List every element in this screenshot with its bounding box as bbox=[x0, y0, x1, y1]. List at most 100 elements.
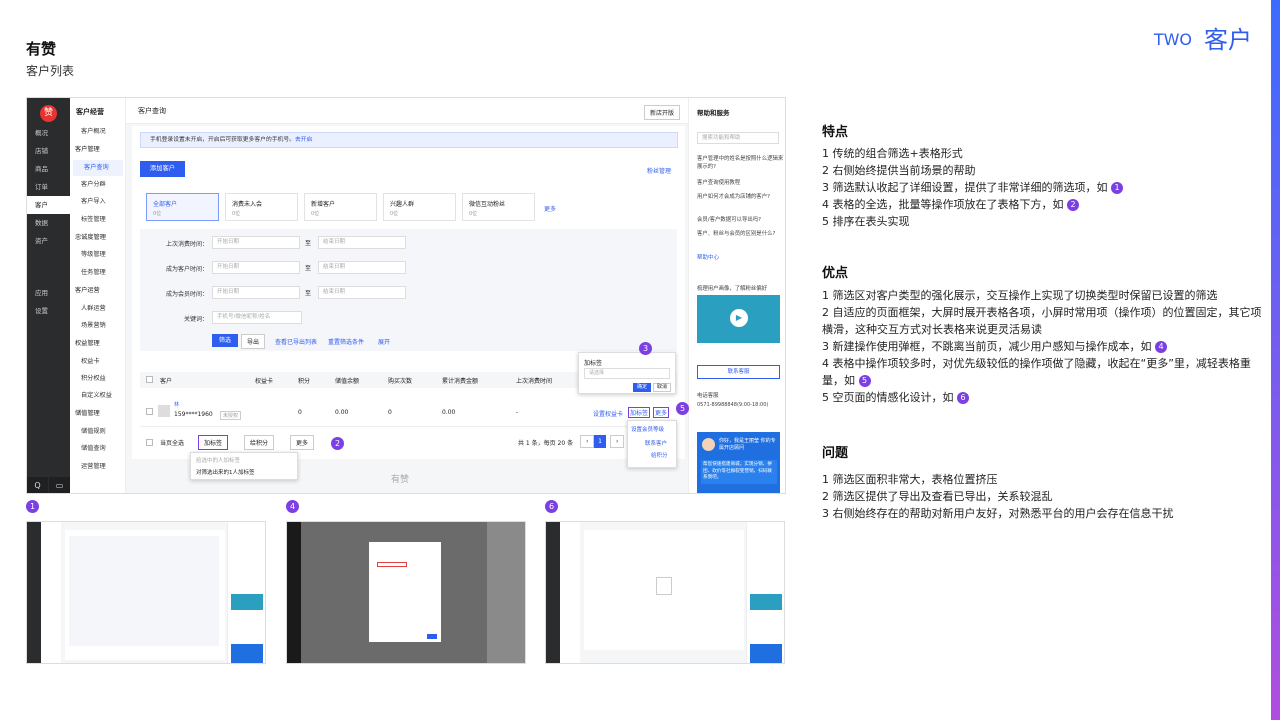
sub-item[interactable]: 场景营销 bbox=[70, 318, 126, 334]
reset-filter-link[interactable]: 重置筛选条件 bbox=[328, 337, 364, 346]
row-checkbox[interactable] bbox=[146, 408, 153, 415]
nav-item-orders[interactable]: 订单 bbox=[27, 178, 70, 196]
gradient-stripe bbox=[1271, 0, 1280, 720]
tab-count: 0位 bbox=[390, 211, 399, 217]
set-card-link[interactable]: 设置权益卡 bbox=[593, 409, 623, 418]
tag-select[interactable]: 请选择 bbox=[584, 368, 670, 379]
sub-item[interactable]: 自定义权益 bbox=[70, 388, 126, 404]
nav-item-settings[interactable]: 设置 bbox=[27, 302, 70, 320]
menu-item[interactable]: 给积分 bbox=[628, 449, 676, 461]
nav-item-overview[interactable]: 概况 bbox=[27, 124, 70, 142]
date-end-input[interactable]: 结束日期 bbox=[318, 286, 406, 299]
customer-name[interactable]: 林 bbox=[174, 401, 179, 408]
tab-count: 0位 bbox=[469, 211, 478, 217]
help-item[interactable]: 客户管理中的姓名是按照什么逻辑来展示的? bbox=[697, 155, 785, 171]
nav-item-goods[interactable]: 商品 bbox=[27, 160, 70, 178]
video-thumbnail[interactable]: ▶ bbox=[697, 295, 780, 343]
help-item[interactable]: 会员/客户数据可以导出吗? bbox=[697, 216, 785, 224]
notice-link[interactable]: 去开启 bbox=[295, 137, 312, 143]
batch-points-button[interactable]: 给积分 bbox=[244, 435, 275, 450]
tab-label: 全部客户 bbox=[153, 201, 178, 208]
sub-item[interactable]: 任务管理 bbox=[70, 265, 126, 281]
next-page-icon[interactable]: › bbox=[610, 435, 625, 448]
filter-button[interactable]: 筛选 bbox=[212, 334, 238, 347]
add-customer-button[interactable]: 添加客户 bbox=[140, 161, 185, 177]
date-start-input[interactable]: 开始日期 bbox=[212, 236, 300, 249]
menu-item[interactable]: 联系客户 bbox=[628, 437, 676, 449]
search-icon[interactable]: Q bbox=[27, 477, 48, 493]
thumbnail-empty-page bbox=[545, 521, 785, 664]
help-item[interactable]: 客户、粉丝与会员的区别是什么? bbox=[697, 230, 785, 238]
exported-list-link[interactable]: 查看已导出列表 bbox=[275, 337, 317, 346]
add-tag-link[interactable]: 加标签 bbox=[628, 407, 651, 418]
date-start-input[interactable]: 开始日期 bbox=[212, 261, 300, 274]
export-button[interactable]: 导出 bbox=[241, 334, 266, 349]
sub-group[interactable]: 储值管理 bbox=[70, 406, 126, 422]
fans-link[interactable]: 粉丝管理 bbox=[647, 166, 671, 175]
sub-item[interactable]: 运营管理 bbox=[70, 459, 126, 475]
sub-item[interactable]: 客户导入 bbox=[70, 194, 126, 210]
nav-item-customers[interactable]: 客户 bbox=[27, 196, 70, 214]
col-header[interactable]: 储值余额 bbox=[335, 376, 359, 385]
sub-item[interactable]: 客户概况 bbox=[70, 124, 126, 140]
message-icon[interactable]: ▭ bbox=[49, 477, 70, 493]
feature-text: 3 筛选默认收起了详细设置，提供了非常详细的筛选项，如 bbox=[822, 181, 1108, 194]
tab-unmember[interactable]: 消费未入会 0位 bbox=[225, 193, 298, 221]
sub-item[interactable]: 积分权益 bbox=[70, 371, 126, 387]
keyword-input[interactable]: 手机号/微信昵称/姓名 bbox=[212, 311, 302, 324]
advisor-card[interactable]: 你好，我是王丽莹 你的专属开店顾问 帮您快速搭建商城，实现分销、拼团、砍价等社群… bbox=[697, 432, 780, 493]
cancel-button[interactable]: 取消 bbox=[653, 383, 671, 392]
help-item[interactable]: 用户如何才会成为店铺的客户? bbox=[697, 193, 785, 201]
menu-item[interactable]: 设置会员等级 bbox=[628, 421, 676, 437]
tab-interest[interactable]: 兴趣人群 0位 bbox=[383, 193, 456, 221]
sub-item[interactable]: 标签管理 bbox=[70, 212, 126, 228]
page-select-checkbox[interactable] bbox=[146, 439, 153, 446]
more-tabs-link[interactable]: 更多 bbox=[544, 204, 556, 213]
help-search-input[interactable]: 搜索功能和帮助 bbox=[697, 132, 779, 144]
sub-item[interactable]: 储值查询 bbox=[70, 441, 126, 457]
col-header[interactable]: 上次消费时间 bbox=[516, 376, 552, 385]
sub-item[interactable]: 权益卡 bbox=[70, 354, 126, 370]
tab-wechat[interactable]: 微信互动粉丝 0位 bbox=[462, 193, 535, 221]
sub-item[interactable]: 储值规则 bbox=[70, 424, 126, 440]
col-header[interactable]: 积分 bbox=[298, 376, 310, 385]
contact-service-button[interactable]: 联系客服 bbox=[697, 365, 780, 379]
sub-item[interactable]: 客户分群 bbox=[70, 177, 126, 193]
date-start-input[interactable]: 开始日期 bbox=[212, 286, 300, 299]
nav-item-assets[interactable]: 资产 bbox=[27, 232, 70, 250]
sub-item[interactable]: 人群运营 bbox=[70, 301, 126, 317]
col-header[interactable]: 购买次数 bbox=[388, 376, 412, 385]
nav-item-apps[interactable]: 应用 bbox=[27, 284, 70, 302]
tab-new[interactable]: 新增客户 0位 bbox=[304, 193, 377, 221]
nav-item-data[interactable]: 数据 bbox=[27, 214, 70, 232]
date-end-input[interactable]: 结束日期 bbox=[318, 261, 406, 274]
sub-group[interactable]: 客户运营 bbox=[70, 283, 126, 299]
feature-item-with-ref: 3 筛选默认收起了详细设置，提供了非常详细的筛选项，如 1 bbox=[822, 179, 1264, 196]
menu-item[interactable]: 对筛选出来的1人加标签 bbox=[191, 467, 297, 477]
batch-more-button[interactable]: 更多 bbox=[290, 435, 315, 450]
feature-item: 1 传统的组合筛选+表格形式 bbox=[822, 147, 963, 160]
select-all-checkbox[interactable] bbox=[146, 376, 153, 383]
issues-list: 1 筛选区面积非常大，表格位置挤压 2 筛选区提供了导出及查看已导出，关系较混乱… bbox=[822, 471, 1264, 522]
confirm-button[interactable]: 确定 bbox=[633, 383, 651, 392]
thumb-nav bbox=[287, 522, 301, 663]
date-end-input[interactable]: 结束日期 bbox=[318, 236, 406, 249]
more-link[interactable]: 更多 bbox=[653, 407, 670, 418]
batch-tag-button[interactable]: 加标签 bbox=[198, 435, 229, 450]
new-version-button[interactable]: 新店开版 bbox=[643, 105, 680, 120]
menu-item[interactable]: 给选中的人加标签 bbox=[191, 453, 297, 467]
prev-page-icon[interactable]: ‹ bbox=[580, 435, 595, 448]
page-number[interactable]: 1 bbox=[594, 435, 606, 448]
sub-group[interactable]: 忠诚度管理 bbox=[70, 230, 126, 246]
tab-all[interactable]: 全部客户 0位 bbox=[146, 193, 219, 221]
col-header[interactable]: 累计消费金额 bbox=[442, 376, 478, 385]
sub-group[interactable]: 客户管理 bbox=[70, 142, 126, 158]
sub-group[interactable]: 权益管理 bbox=[70, 336, 126, 352]
help-item[interactable]: 客户查询使用教程 bbox=[697, 179, 785, 187]
expand-link[interactable]: 展开 bbox=[378, 337, 390, 346]
sub-item-active[interactable]: 客户查询 bbox=[73, 160, 123, 176]
help-center-link[interactable]: 帮助中心 bbox=[697, 253, 719, 261]
nav-item-shop[interactable]: 店铺 bbox=[27, 142, 70, 160]
col-header[interactable]: 权益卡 bbox=[255, 376, 273, 385]
sub-item[interactable]: 等级管理 bbox=[70, 247, 126, 263]
